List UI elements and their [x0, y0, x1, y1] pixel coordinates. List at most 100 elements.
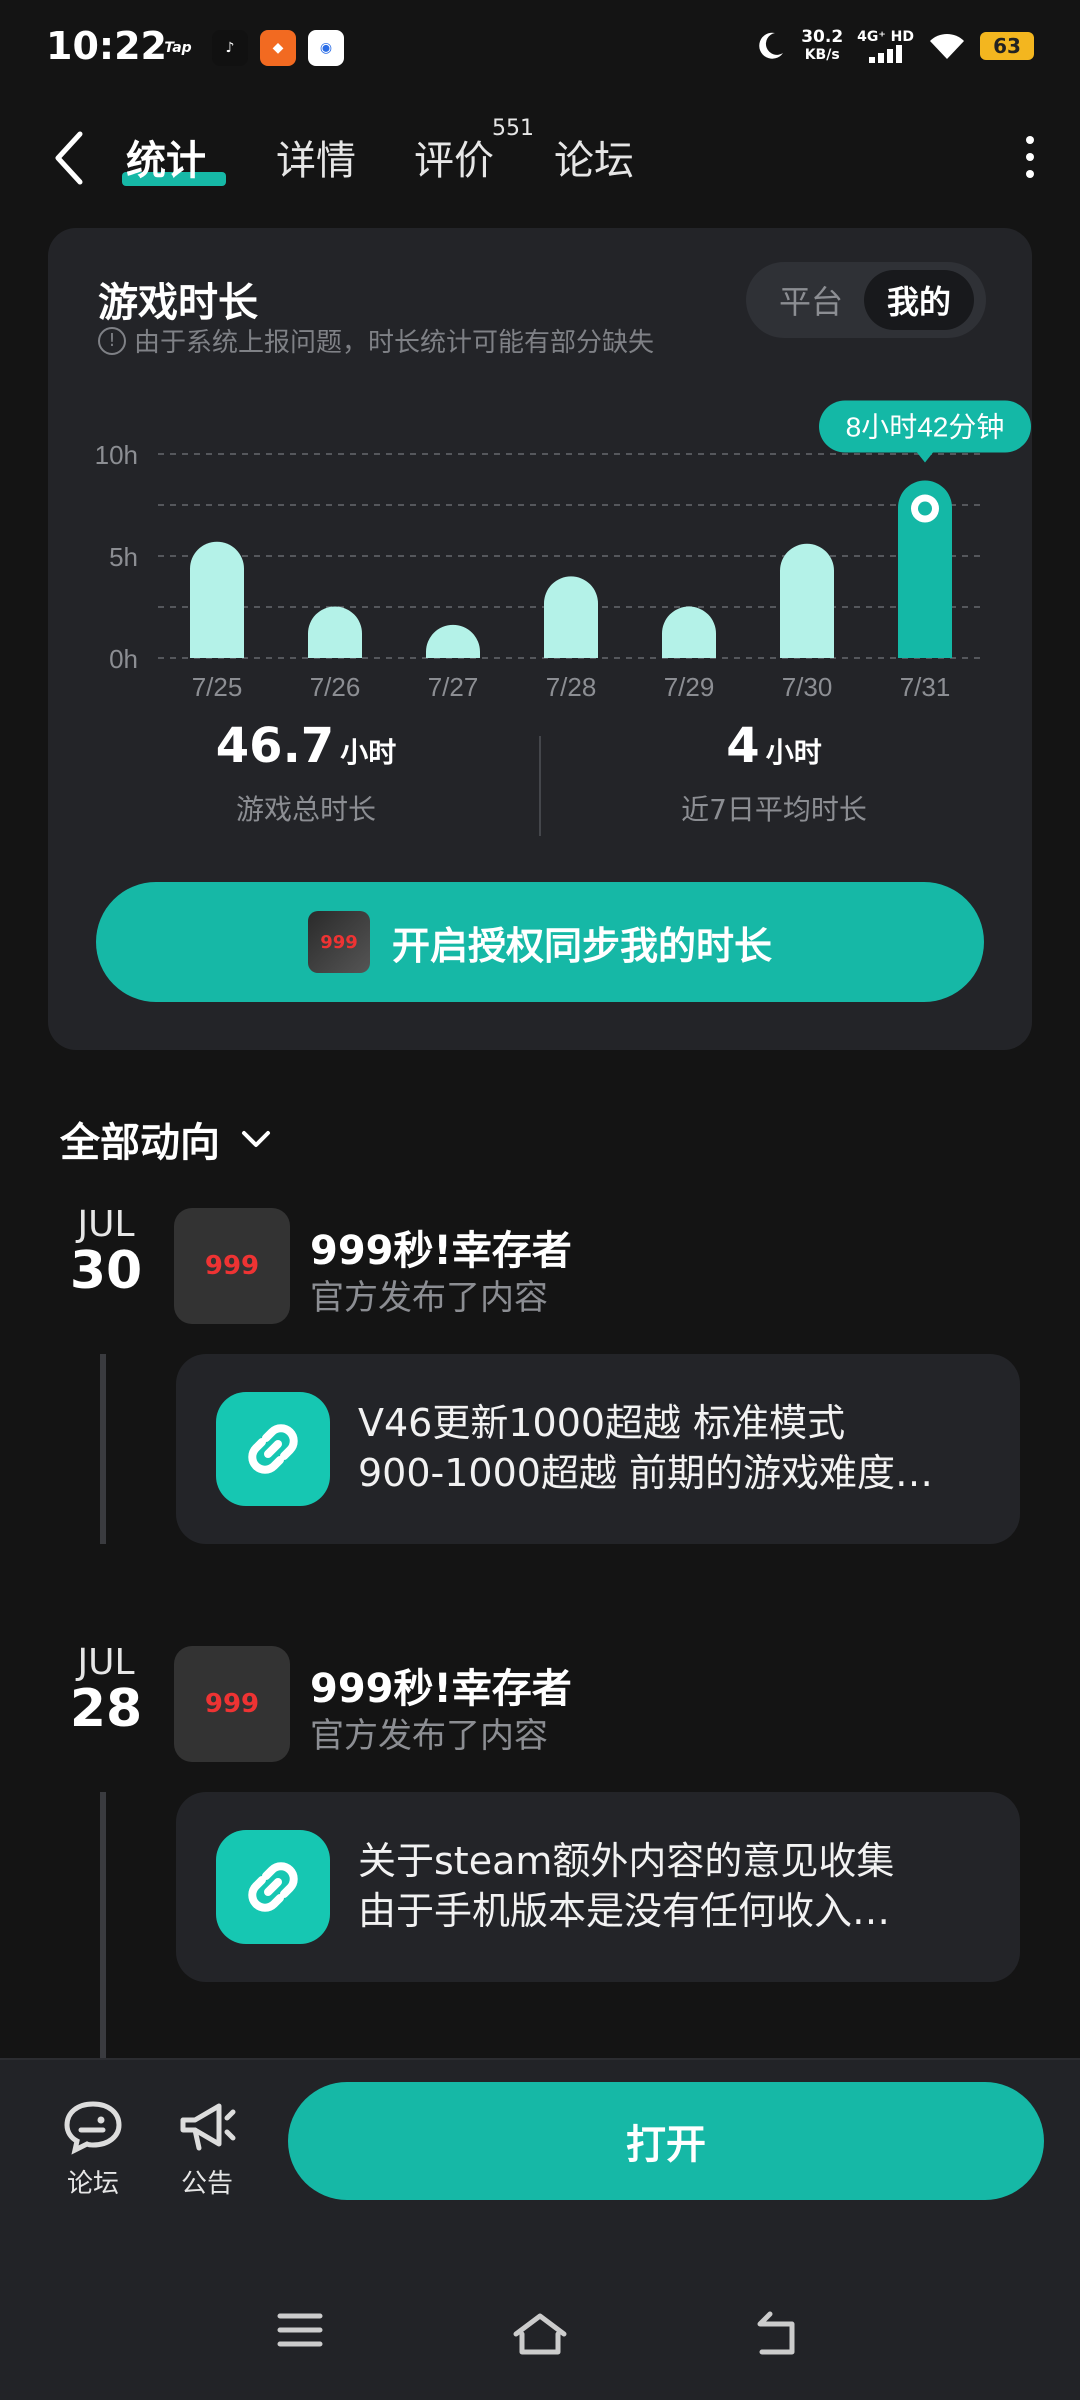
total-label: 游戏总时长	[235, 793, 376, 826]
tab-reviews[interactable]: 评价	[414, 128, 494, 186]
tooltip-pointer	[917, 452, 933, 463]
bar	[308, 606, 362, 658]
review-count-badge: 551	[492, 116, 534, 141]
y-tick-label: 5h	[109, 542, 138, 572]
notification-icons: Tap ♪ ◆ ◉	[156, 30, 344, 66]
app-notification-icon: ◆	[260, 30, 296, 66]
total-value: 46.7	[215, 718, 335, 774]
signal-bars-icon	[868, 45, 902, 63]
feed-filter-label: 全部动向	[60, 1120, 220, 1166]
y-tick-label: 10h	[95, 440, 138, 470]
home-icon[interactable]	[510, 2310, 570, 2358]
back-nav-icon[interactable]	[752, 2310, 804, 2358]
post-content-card[interactable]: V46更新1000超越 标准模式 900-1000超越 前期的游戏难度…	[176, 1354, 1020, 1544]
net-speed-value: 30.2	[801, 27, 844, 47]
post-game-name[interactable]: 999秒!幸存者	[310, 1218, 572, 1276]
link-icon	[216, 1830, 330, 1944]
avg-unit: 小时	[765, 736, 822, 769]
megaphone-icon	[180, 2103, 236, 2151]
baidu-icon: ◉	[308, 30, 344, 66]
x-tick-label: 7/29	[664, 672, 715, 702]
highlight-dot-inner	[918, 501, 932, 516]
sync-button-label: 开启授权同步我的时长	[391, 923, 772, 968]
post-subtitle: 官方发布了内容	[310, 1278, 548, 1318]
post-day: 30	[69, 1241, 143, 1301]
avg-value: 4	[726, 718, 760, 774]
x-tick-label: 7/25	[192, 672, 243, 702]
avg-playtime: 4 小时 近7日平均时长	[574, 718, 974, 828]
net-speed-unit: KB/s	[804, 47, 840, 63]
x-tick-label: 7/26	[310, 672, 361, 702]
post-game-name[interactable]: 999秒!幸存者	[310, 1656, 572, 1714]
top-nav: 统计 详情 评价 551 论坛	[0, 110, 1080, 210]
feed-post: JUL 30 999 999秒!幸存者 官方发布了内容 V46更新1000超越 …	[0, 1204, 1080, 1544]
info-icon: !	[98, 326, 126, 355]
x-tick-label: 7/28	[546, 672, 597, 702]
signal-label: 4G⁺ HD	[857, 29, 914, 45]
back-icon[interactable]	[50, 128, 90, 188]
tab-details[interactable]: 详情	[276, 128, 356, 186]
feed-post: JUL 28 999 999秒!幸存者 官方发布了内容 关于steam额外内容的…	[0, 1642, 1080, 2072]
bar	[662, 606, 716, 658]
tab-stats[interactable]: 统计	[126, 128, 206, 186]
notice-shortcut[interactable]: 公告	[162, 2098, 252, 2200]
bar	[780, 543, 834, 658]
open-game-button[interactable]: 打开	[288, 2082, 1044, 2200]
timeline-line	[100, 1354, 106, 1544]
avg-label: 近7日平均时长	[681, 793, 867, 826]
x-tick-label: 7/31	[900, 672, 951, 702]
playtime-card: 游戏时长 ! 由于系统上报问题，时长统计可能有部分缺失 平台 我的 10h 5h 0…	[48, 228, 1032, 1050]
toggle-platform[interactable]: 平台	[756, 270, 866, 330]
bar	[190, 541, 244, 658]
notice-label: 公告	[180, 2169, 233, 2199]
menu-icon[interactable]	[276, 2310, 324, 2350]
post-text-line: 由于手机版本是没有任何收入…	[358, 1889, 891, 1933]
total-playtime: 46.7 小时 游戏总时长	[106, 718, 506, 828]
stat-divider	[539, 736, 541, 836]
forum-icon	[64, 2101, 122, 2155]
post-date: JUL 28	[66, 1642, 146, 1739]
tiktok-icon: ♪	[212, 30, 248, 66]
forum-shortcut[interactable]: 论坛	[48, 2098, 138, 2200]
playtime-bar-chart: 10h 5h 0h 7/25 7/26 7/27 7/28 7/29 7/30 7/31 8小时42…	[95, 400, 1031, 702]
total-unit: 小时	[340, 736, 397, 769]
y-tick-label: 0h	[109, 644, 138, 674]
bar	[544, 576, 598, 658]
clock: 10:22	[46, 24, 167, 68]
post-date: JUL 30	[66, 1204, 146, 1301]
post-text-line: 900-1000超越 前期的游戏难度…	[358, 1451, 934, 1495]
bar	[426, 624, 481, 658]
toggle-mine[interactable]: 我的	[864, 270, 974, 330]
value-tooltip-label: 8小时42分钟	[846, 412, 1005, 443]
net-speed: 30.2 KB/s	[801, 28, 843, 64]
note-text: 由于系统上报问题，时长统计可能有部分缺失	[134, 328, 655, 358]
post-month: JUL	[77, 1204, 135, 1245]
taptap-icon: Tap	[164, 40, 192, 56]
sync-playtime-button[interactable]: 999 开启授权同步我的时长	[96, 882, 984, 1002]
feed-filter-dropdown[interactable]: 全部动向	[60, 1110, 274, 1168]
link-icon	[216, 1392, 330, 1506]
battery-icon: 63	[980, 32, 1034, 60]
game-icon[interactable]: 999	[174, 1646, 290, 1762]
status-bar: 10:22 Tap ♪ ◆ ◉ 30.2 KB/s 4G⁺ HD 63	[0, 0, 1080, 100]
signal-indicator: 4G⁺ HD	[857, 29, 914, 63]
game-icon[interactable]: 999	[174, 1208, 290, 1324]
post-subtitle: 官方发布了内容	[310, 1716, 548, 1756]
post-month: JUL	[77, 1642, 135, 1683]
game-icon: 999	[307, 911, 370, 973]
wifi-icon	[930, 33, 964, 59]
bottom-action-bar: 论坛 公告 打开	[0, 2058, 1080, 2400]
post-text-line: V46更新1000超越 标准模式	[358, 1401, 846, 1445]
chevron-down-icon	[242, 1131, 270, 1147]
tab-forum[interactable]: 论坛	[554, 128, 634, 186]
post-content-card[interactable]: 关于steam额外内容的意见收集 由于手机版本是没有任何收入…	[176, 1792, 1020, 1982]
system-nav-bar	[0, 2310, 1080, 2380]
x-tick-label: 7/27	[428, 672, 479, 702]
card-title: 游戏时长	[98, 280, 258, 326]
card-note: ! 由于系统上报问题，时长统计可能有部分缺失	[98, 322, 654, 359]
post-day: 28	[69, 1679, 143, 1739]
timeline-line	[100, 1792, 106, 2072]
moon-icon	[759, 32, 784, 59]
platform-mine-toggle: 平台 我的	[746, 262, 986, 338]
more-options-icon[interactable]	[1024, 136, 1036, 178]
